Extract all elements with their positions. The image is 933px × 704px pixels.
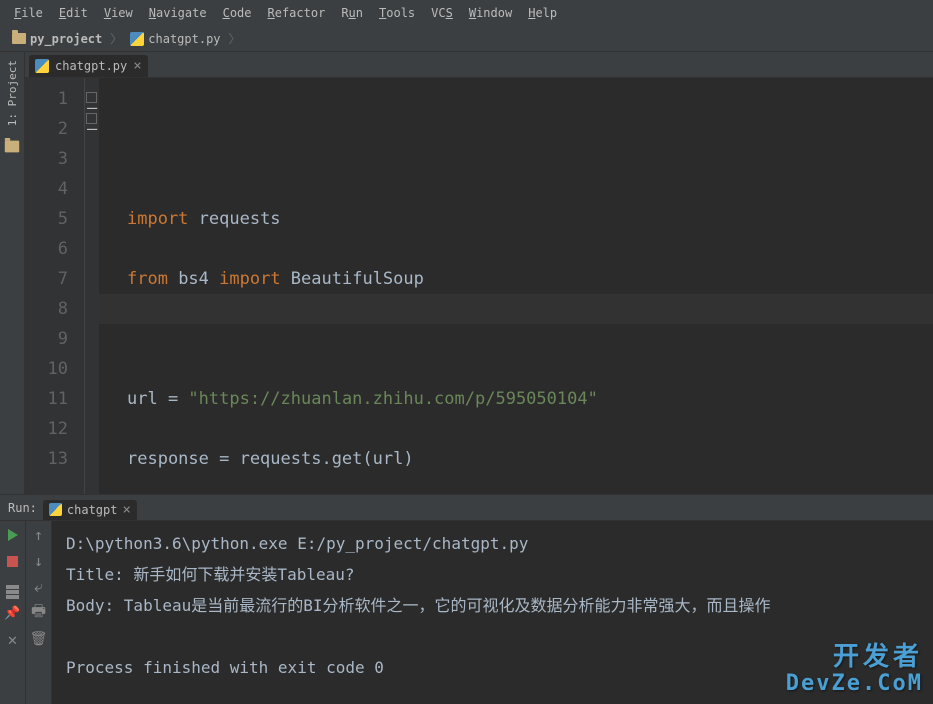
menu-help[interactable]: Help [522,4,563,22]
menu-run[interactable]: Run [335,4,369,22]
stop-button[interactable] [5,553,21,569]
menu-bar: File Edit View Navigate Code Refactor Ru… [0,0,933,26]
line-gutter: 12345678910111213 [25,78,85,494]
menu-code[interactable]: Code [217,4,258,22]
editor-tabs: chatgpt.py × [25,52,933,78]
menu-tools[interactable]: Tools [373,4,421,22]
layout-button[interactable] [5,579,21,595]
menu-file[interactable]: File [8,4,49,22]
breadcrumb-folder[interactable]: py_project [6,30,108,48]
scroll-up-icon[interactable]: ↑ [31,527,47,543]
menu-navigate[interactable]: Navigate [143,4,213,22]
fold-icon[interactable]: – [86,92,97,103]
breadcrumb-file-label: chatgpt.py [148,32,220,46]
menu-window[interactable]: Window [463,4,518,22]
close-icon[interactable]: × [122,505,130,515]
fold-icon[interactable]: – [86,113,97,124]
menu-edit[interactable]: Edit [53,4,94,22]
python-icon [130,32,144,46]
breadcrumb-folder-label: py_project [30,32,102,46]
pin-icon[interactable]: 📌 [5,605,21,621]
menu-vcs[interactable]: VCS [425,4,459,22]
editor-tab-active[interactable]: chatgpt.py × [29,55,148,77]
menu-refactor[interactable]: Refactor [262,4,332,22]
watermark: 开发者 DevZe.CoM [786,643,923,696]
python-icon [35,59,49,73]
sidebar: 1: Project [0,52,25,494]
code-editor[interactable]: 12345678910111213 – – import requests fr… [25,78,933,494]
fold-markers: – – [85,78,99,494]
print-icon[interactable]: 🖶 [31,605,47,621]
soft-wrap-icon[interactable]: ⤶ [31,579,47,595]
chevron-icon: 〉 [108,30,124,47]
run-toolbar-left: 📌 ✕ [0,521,26,704]
close-icon[interactable]: × [133,61,141,71]
editor-area: chatgpt.py × 12345678910111213 – – impor… [25,52,933,494]
menu-view[interactable]: View [98,4,139,22]
code-content[interactable]: import requests from bs4 import Beautifu… [99,78,933,494]
rerun-button[interactable] [5,527,21,543]
scroll-down-icon[interactable]: ↓ [31,553,47,569]
run-header: Run: chatgpt × [0,495,933,521]
run-config-tab[interactable]: chatgpt × [43,500,137,520]
folder-icon[interactable] [5,141,19,153]
tab-label: chatgpt.py [55,59,127,73]
breadcrumb-file[interactable]: chatgpt.py [124,30,226,48]
chevron-icon: 〉 [227,30,243,47]
run-toolbar-right: ↑ ↓ ⤶ 🖶 🗑 [26,521,52,704]
folder-icon [12,33,26,44]
clear-icon[interactable]: 🗑 [31,631,47,647]
python-icon [49,503,62,516]
close-button[interactable]: ✕ [5,631,21,647]
project-tool-tab[interactable]: 1: Project [4,52,21,134]
run-label: Run: [8,501,37,515]
breadcrumb: py_project 〉 chatgpt.py 〉 [0,26,933,52]
run-config-name: chatgpt [67,503,118,517]
